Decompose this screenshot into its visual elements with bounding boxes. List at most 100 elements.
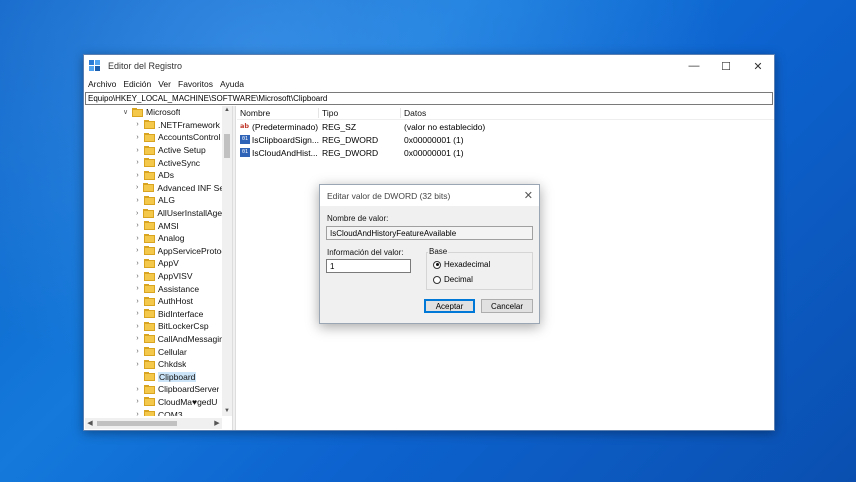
close-icon[interactable]: ✕ xyxy=(524,189,533,202)
tree-item-label: AppV xyxy=(158,258,179,269)
chevron-right-icon[interactable]: › xyxy=(133,323,142,330)
chevron-right-icon[interactable]: › xyxy=(133,298,142,305)
maximize-button[interactable]: ☐ xyxy=(710,55,742,77)
key-tree-pane[interactable]: ∨ Microsoft › .NETFramework › AccountsContr… xyxy=(85,106,232,430)
column-header-name[interactable]: Nombre xyxy=(237,107,319,118)
radio-selected-icon[interactable] xyxy=(433,260,441,269)
tree-item[interactable]: › ADs xyxy=(85,169,222,182)
address-bar[interactable]: Equipo\HKEY_LOCAL_MACHINE\SOFTWARE\Micro… xyxy=(85,92,773,105)
title-bar[interactable]: Editor del Registro — ☐ ✕ xyxy=(84,55,774,77)
tree-item-label: Microsoft xyxy=(146,107,181,118)
radio-decimal[interactable]: Decimal xyxy=(433,275,473,284)
chevron-right-icon[interactable]: › xyxy=(133,386,142,393)
tree-item[interactable]: › Active Setup xyxy=(85,144,222,157)
close-button[interactable]: ✕ xyxy=(742,55,774,77)
menu-edicion[interactable]: Edición xyxy=(120,79,154,89)
chevron-right-icon[interactable]: › xyxy=(133,260,142,267)
column-header-data[interactable]: Datos xyxy=(401,108,701,118)
pane-splitter[interactable] xyxy=(232,106,236,430)
chevron-right-icon[interactable]: › xyxy=(133,335,142,342)
minimize-button[interactable]: — xyxy=(678,55,710,77)
folder-icon xyxy=(144,170,155,180)
tree-item[interactable]: › AppV xyxy=(85,257,222,270)
radio-unselected-icon[interactable] xyxy=(433,275,441,284)
chevron-right-icon[interactable]: › xyxy=(133,197,142,204)
tree-item[interactable]: › Advanced INF Set xyxy=(85,182,222,195)
chevron-right-icon[interactable]: › xyxy=(133,411,142,416)
tree-item[interactable]: › Analog xyxy=(85,232,222,245)
column-header-type[interactable]: Tipo xyxy=(319,107,401,118)
folder-icon xyxy=(144,195,155,205)
chevron-right-icon[interactable]: › xyxy=(133,361,142,368)
menu-ver[interactable]: Ver xyxy=(155,79,174,89)
scroll-thumb[interactable] xyxy=(224,134,230,158)
tree-item[interactable]: › AccountsControl xyxy=(85,131,222,144)
tree-item-label: COM3 xyxy=(158,409,183,416)
chevron-down-icon[interactable]: ∨ xyxy=(121,108,130,116)
tree-item[interactable]: › CallAndMessagin xyxy=(85,333,222,346)
chevron-right-icon[interactable]: › xyxy=(133,172,142,179)
tree-item[interactable]: › .NETFramework xyxy=(85,119,222,132)
tree-item[interactable]: › Chkdsk xyxy=(85,358,222,371)
binary-value-icon: 01 xyxy=(240,148,250,157)
tree-item[interactable]: › Assistance xyxy=(85,282,222,295)
tree-item[interactable]: › AllUserInstallAgen xyxy=(85,207,222,220)
chevron-right-icon[interactable]: › xyxy=(133,235,142,242)
chevron-right-icon[interactable]: › xyxy=(133,222,142,229)
value-data-field[interactable]: 1 xyxy=(326,259,411,273)
value-row[interactable]: ab (Predeterminado) REG_SZ (valor no esta… xyxy=(237,120,774,133)
tree-item[interactable]: Clipboard xyxy=(85,370,222,383)
value-row[interactable]: 01 IsClipboardSign... REG_DWORD 0x0000000… xyxy=(237,133,774,146)
menu-archivo[interactable]: Archivo xyxy=(85,79,119,89)
value-name: (Predeterminado) xyxy=(252,121,319,132)
chevron-right-icon[interactable]: › xyxy=(133,398,142,405)
tree-item[interactable]: › ActiveSync xyxy=(85,156,222,169)
chevron-right-icon[interactable]: › xyxy=(133,210,141,217)
scroll-right-icon[interactable]: ▶ xyxy=(212,418,222,429)
tree-horizontal-scrollbar[interactable]: ◀ ▶ xyxy=(85,418,222,429)
tree-item[interactable]: › ALG xyxy=(85,194,222,207)
value-name-field[interactable]: IsCloudAndHistoryFeatureAvailable xyxy=(326,226,533,240)
chevron-right-icon[interactable]: › xyxy=(133,134,142,141)
chevron-right-icon[interactable]: › xyxy=(133,247,142,254)
scroll-down-icon[interactable]: ▼ xyxy=(222,407,232,416)
tree-item-microsoft[interactable]: ∨ Microsoft xyxy=(85,106,222,119)
chevron-right-icon[interactable]: › xyxy=(133,348,142,355)
tree-item[interactable]: › CloudMa♥gedU xyxy=(85,396,222,409)
menu-favoritos[interactable]: Favoritos xyxy=(175,79,216,89)
tree-vertical-scrollbar[interactable]: ▲ ▼ xyxy=(222,106,232,416)
chevron-right-icon[interactable]: › xyxy=(133,121,142,128)
scroll-thumb[interactable] xyxy=(97,421,177,426)
cancel-button[interactable]: Cancelar xyxy=(481,299,533,313)
tree-item[interactable]: › ClipboardServer xyxy=(85,383,222,396)
chevron-right-icon[interactable]: › xyxy=(133,273,142,280)
folder-icon xyxy=(143,208,155,218)
address-path: Equipo\HKEY_LOCAL_MACHINE\SOFTWARE\Micro… xyxy=(88,94,328,103)
tree-item[interactable]: › COM3 xyxy=(85,408,222,416)
dialog-title-bar[interactable]: Editar valor de DWORD (32 bits) ✕ xyxy=(320,185,539,206)
chevron-right-icon[interactable]: › xyxy=(133,310,142,317)
scroll-left-icon[interactable]: ◀ xyxy=(85,418,95,429)
radio-label: Hexadecimal xyxy=(444,260,491,269)
tree-item[interactable]: › AuthHost xyxy=(85,295,222,308)
folder-icon xyxy=(144,258,155,268)
chevron-right-icon[interactable]: › xyxy=(133,285,142,292)
value-row[interactable]: 01 IsCloudAndHist... REG_DWORD 0x00000001… xyxy=(237,146,774,159)
chevron-right-icon[interactable]: › xyxy=(133,184,141,191)
radio-hexadecimal[interactable]: Hexadecimal xyxy=(433,260,490,269)
base-group-label: Base xyxy=(428,247,449,256)
scroll-up-icon[interactable]: ▲ xyxy=(222,106,232,115)
tree-item[interactable]: › Cellular xyxy=(85,345,222,358)
ok-button[interactable]: Aceptar xyxy=(424,299,475,313)
binary-value-icon: 01 xyxy=(240,135,250,144)
edit-dword-dialog[interactable]: Editar valor de DWORD (32 bits) ✕ Nombre… xyxy=(319,184,540,324)
menu-ayuda[interactable]: Ayuda xyxy=(217,79,247,89)
chevron-right-icon[interactable]: › xyxy=(133,147,142,154)
tree-item[interactable]: › BitLockerCsp xyxy=(85,320,222,333)
tree-item[interactable]: › AppServiceProtoc xyxy=(85,245,222,258)
tree-item[interactable]: › BidInterface xyxy=(85,308,222,321)
chevron-right-icon[interactable]: › xyxy=(133,159,142,166)
tree-item[interactable]: › AppVISV xyxy=(85,270,222,283)
registry-editor-icon xyxy=(89,59,102,73)
tree-item[interactable]: › AMSI xyxy=(85,219,222,232)
